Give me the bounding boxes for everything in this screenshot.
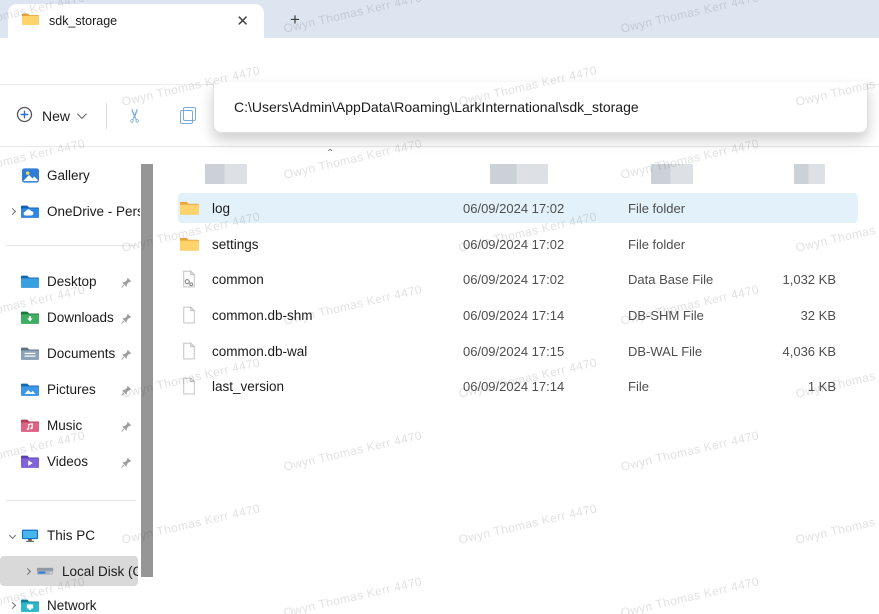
- chevron-right-icon[interactable]: [9, 601, 16, 608]
- column-header-redaction: [490, 164, 548, 184]
- file-type: Data Base File: [628, 272, 773, 287]
- pin-icon: [121, 455, 132, 473]
- file-name: common.db-shm: [200, 308, 463, 323]
- file-type: DB-WAL File: [628, 344, 773, 359]
- file-row-settings[interactable]: settings 06/09/2024 17:02 File folder: [178, 229, 858, 259]
- sort-ascending-icon: ⌃: [326, 148, 334, 159]
- sidebar-item-documents[interactable]: Documents: [0, 338, 140, 368]
- documents-folder-icon: [20, 346, 40, 361]
- sidebar-item-label: Network: [47, 598, 140, 613]
- copy-icon[interactable]: [180, 107, 196, 124]
- file-size: 32 KB: [773, 308, 836, 323]
- sidebar-divider: [6, 245, 136, 246]
- file-name: common: [200, 272, 463, 287]
- column-header-redaction: [651, 164, 693, 184]
- sidebar-item-label: Gallery: [47, 168, 140, 183]
- chevron-down-icon[interactable]: [9, 531, 16, 538]
- sidebar-scrollbar[interactable]: [141, 164, 153, 577]
- sidebar: Gallery OneDrive - Perso De: [0, 148, 160, 614]
- file-row-log[interactable]: log 06/09/2024 17:02 File folder: [178, 193, 858, 223]
- sidebar-item-desktop[interactable]: Desktop: [0, 266, 140, 296]
- file-name: last_version: [200, 379, 463, 394]
- tab-bar: sdk_storage ✕ +: [0, 0, 879, 38]
- cut-icon[interactable]: ✂: [124, 108, 147, 124]
- folder-icon: [178, 236, 200, 252]
- pin-icon: [121, 419, 132, 437]
- address-suggestion-dropdown: C:\Users\Admin\AppData\Roaming\LarkInter…: [213, 82, 868, 133]
- file-type: File folder: [628, 201, 773, 216]
- sidebar-item-videos[interactable]: Videos: [0, 446, 140, 476]
- pin-icon: [121, 383, 132, 401]
- pictures-folder-icon: [20, 382, 40, 397]
- plus-circle-icon: [16, 106, 33, 126]
- music-folder-icon: [20, 418, 40, 433]
- file-type: DB-SHM File: [628, 308, 773, 323]
- file-size: 4,036 KB: [773, 344, 836, 359]
- sidebar-item-label: This PC: [47, 528, 140, 543]
- chevron-right-icon[interactable]: [24, 567, 31, 574]
- file-date: 06/09/2024 17:15: [463, 344, 628, 359]
- onedrive-folder-icon: [20, 204, 40, 219]
- file-date: 06/09/2024 17:02: [463, 272, 628, 287]
- file-row-common[interactable]: common 06/09/2024 17:02 Data Base File 1…: [178, 264, 858, 294]
- local-disk-icon: [35, 564, 55, 578]
- file-type: File: [628, 379, 773, 394]
- sidebar-item-label: OneDrive - Perso: [47, 204, 140, 219]
- file-list: ⌃ log 06/09/2024 17:02 File folder: [160, 148, 879, 614]
- desktop-folder-icon: [20, 274, 40, 289]
- file-name: common.db-wal: [200, 344, 463, 359]
- navigation-bar: ← → ↑ ↻ C:\Users\Admin\AppData\Roaming\L…: [0, 38, 879, 85]
- pin-icon: [121, 347, 132, 365]
- tab-sdk-storage[interactable]: sdk_storage ✕: [8, 4, 264, 38]
- this-pc-icon: [20, 528, 40, 543]
- tab-close-icon[interactable]: ✕: [231, 12, 254, 31]
- pin-icon: [121, 275, 132, 293]
- file-row-last-version[interactable]: last_version 06/09/2024 17:14 File 1 KB: [178, 371, 858, 401]
- sidebar-item-network[interactable]: Network: [0, 590, 140, 614]
- gallery-icon: [20, 168, 40, 183]
- file-type: File folder: [628, 237, 773, 252]
- videos-folder-icon: [20, 454, 40, 469]
- sidebar-item-pictures[interactable]: Pictures: [0, 374, 140, 404]
- file-name: settings: [200, 237, 463, 252]
- sidebar-item-label: Local Disk (C:): [62, 564, 138, 579]
- new-tab-button[interactable]: +: [283, 8, 307, 32]
- sidebar-item-gallery[interactable]: Gallery: [0, 160, 140, 190]
- sidebar-item-downloads[interactable]: Downloads: [0, 302, 140, 332]
- sidebar-item-local-disk[interactable]: Local Disk (C:): [0, 556, 138, 586]
- column-header-redaction: [794, 164, 825, 184]
- suggestion-item[interactable]: C:\Users\Admin\AppData\Roaming\LarkInter…: [214, 99, 639, 115]
- toolbar-divider: [106, 103, 107, 129]
- downloads-folder-icon: [20, 310, 40, 325]
- sidebar-item-onedrive[interactable]: OneDrive - Perso: [0, 196, 140, 226]
- file-date: 06/09/2024 17:14: [463, 379, 628, 394]
- column-header-redaction: [205, 164, 247, 184]
- file-icon: [178, 342, 200, 360]
- file-icon: [178, 377, 200, 395]
- file-size: 1 KB: [773, 379, 836, 394]
- folder-icon: [22, 12, 39, 31]
- new-button[interactable]: New: [16, 106, 84, 126]
- pin-icon: [121, 311, 132, 329]
- tab-title: sdk_storage: [49, 14, 231, 28]
- file-name: log: [200, 201, 463, 216]
- file-explorer-window: sdk_storage ✕ + ← → ↑ ↻ C:\Users\Admin\A…: [0, 0, 879, 614]
- sidebar-divider: [6, 500, 136, 501]
- file-row-common-db-shm[interactable]: common.db-shm 06/09/2024 17:14 DB-SHM Fi…: [178, 300, 858, 330]
- file-icon: [178, 306, 200, 324]
- chevron-down-icon: [77, 109, 87, 119]
- new-button-label: New: [42, 108, 70, 124]
- folder-icon: [178, 200, 200, 216]
- chevron-right-icon[interactable]: [9, 207, 16, 214]
- file-date: 06/09/2024 17:02: [463, 201, 628, 216]
- file-date: 06/09/2024 17:14: [463, 308, 628, 323]
- sidebar-item-music[interactable]: Music: [0, 410, 140, 440]
- database-file-icon: [178, 270, 200, 288]
- file-size: 1,032 KB: [773, 272, 836, 287]
- network-icon: [20, 598, 40, 613]
- file-date: 06/09/2024 17:02: [463, 237, 628, 252]
- file-row-common-db-wal[interactable]: common.db-wal 06/09/2024 17:15 DB-WAL Fi…: [178, 336, 858, 366]
- sidebar-item-this-pc[interactable]: This PC: [0, 520, 140, 550]
